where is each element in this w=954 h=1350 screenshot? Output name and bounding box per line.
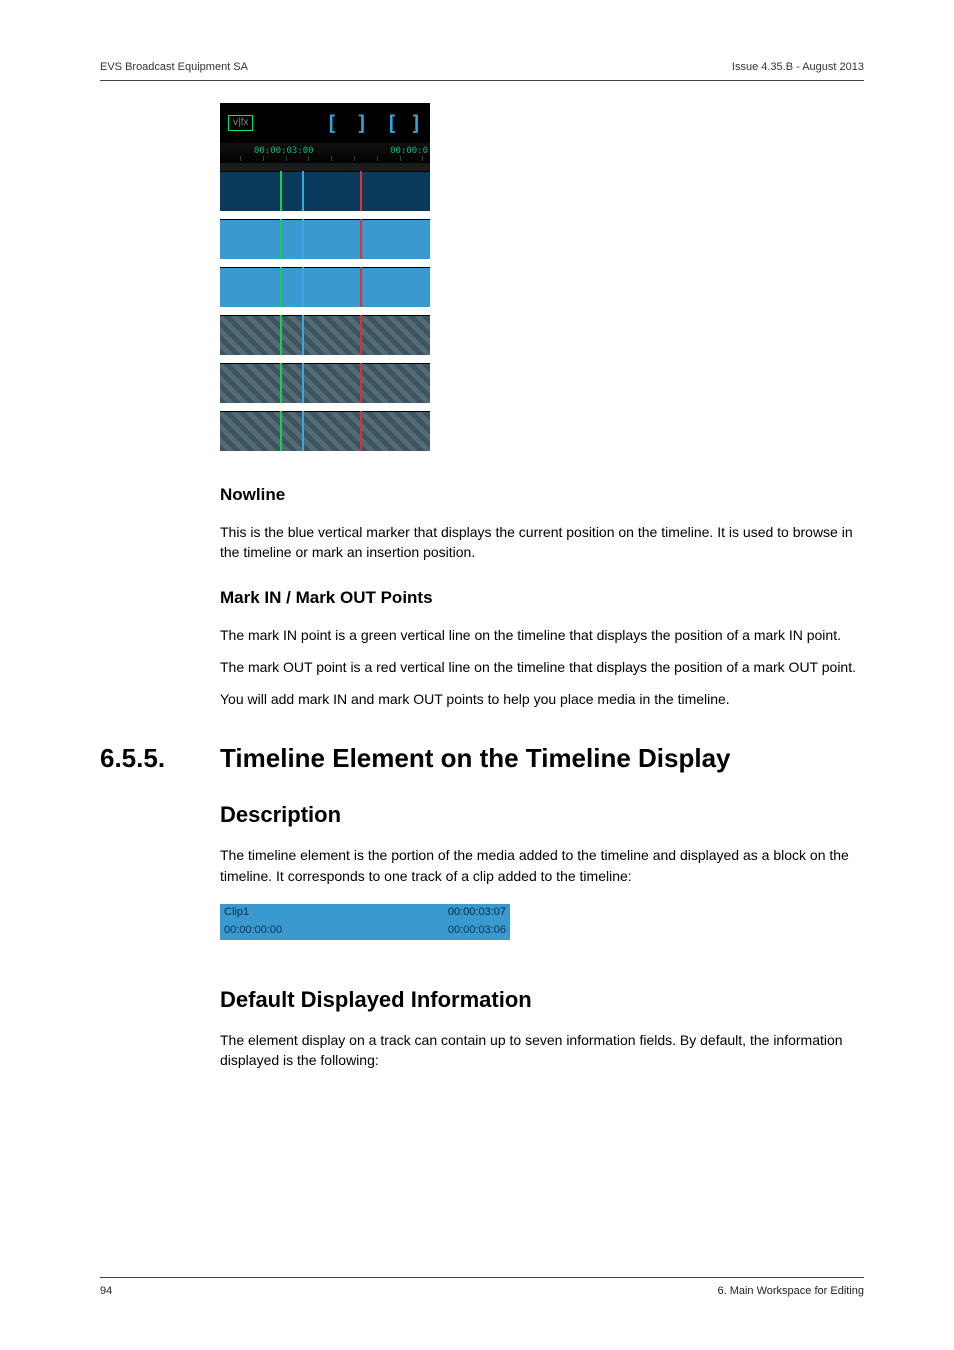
timeline-ruler: 00:00:03:00 00:00:0 bbox=[220, 143, 430, 163]
video-track-3 bbox=[220, 267, 430, 307]
video-track-2 bbox=[220, 219, 430, 259]
section-title: Timeline Element on the Timeline Display bbox=[220, 740, 731, 778]
marks-heading: Mark IN / Mark OUT Points bbox=[220, 586, 864, 611]
nowline-heading: Nowline bbox=[220, 483, 864, 508]
page-header: EVS Broadcast Equipment SA Issue 4.35.B … bbox=[100, 60, 864, 81]
mark-out-icon[interactable]: ] bbox=[356, 113, 368, 133]
audio-track-3 bbox=[220, 411, 430, 451]
marks-paragraph-3: You will add mark IN and mark OUT points… bbox=[220, 689, 864, 709]
default-info-heading: Default Displayed Information bbox=[220, 984, 864, 1016]
video-track-1 bbox=[220, 171, 430, 211]
audio-track-1 bbox=[220, 315, 430, 355]
clip-tc-bottom-right: 00:00:03:06 bbox=[448, 923, 506, 939]
description-paragraph: The timeline element is the portion of t… bbox=[220, 845, 864, 886]
timeline-toolbar: v|fx [ ] [ ] bbox=[220, 103, 430, 143]
header-left: EVS Broadcast Equipment SA bbox=[100, 60, 248, 76]
description-heading: Description bbox=[220, 799, 864, 831]
mark-in-line bbox=[280, 171, 282, 211]
mark-in-icon[interactable]: [ bbox=[326, 113, 338, 133]
chapter-label: 6. Main Workspace for Editing bbox=[717, 1284, 864, 1300]
page-number: 94 bbox=[100, 1284, 112, 1300]
clip-element: Clip1 00:00:03:07 00:00:00:00 00:00:03:0… bbox=[220, 904, 510, 940]
clip-tc-top: 00:00:03:07 bbox=[448, 905, 506, 921]
marks-paragraph-2: The mark OUT point is a red vertical lin… bbox=[220, 657, 864, 677]
clip-name: Clip1 bbox=[224, 905, 249, 921]
audio-track-2 bbox=[220, 363, 430, 403]
default-info-paragraph: The element display on a track can conta… bbox=[220, 1030, 864, 1071]
marks-paragraph-1: The mark IN point is a green vertical li… bbox=[220, 625, 864, 645]
header-right: Issue 4.35.B - August 2013 bbox=[732, 60, 864, 76]
vfx-button[interactable]: v|fx bbox=[228, 115, 253, 131]
section-number: 6.5.5. bbox=[100, 740, 220, 778]
mark-out-line bbox=[360, 171, 362, 211]
page-footer: 94 6. Main Workspace for Editing bbox=[100, 1277, 864, 1300]
nowline-paragraph: This is the blue vertical marker that di… bbox=[220, 522, 864, 563]
timeline-screenshot: v|fx [ ] [ ] 00:00:03:00 00:00:0 bbox=[220, 103, 430, 451]
mark-inout-icon[interactable]: [ ] bbox=[386, 113, 422, 133]
clip-tc-bottom-left: 00:00:00:00 bbox=[224, 923, 282, 939]
nowline-marker bbox=[302, 171, 304, 211]
